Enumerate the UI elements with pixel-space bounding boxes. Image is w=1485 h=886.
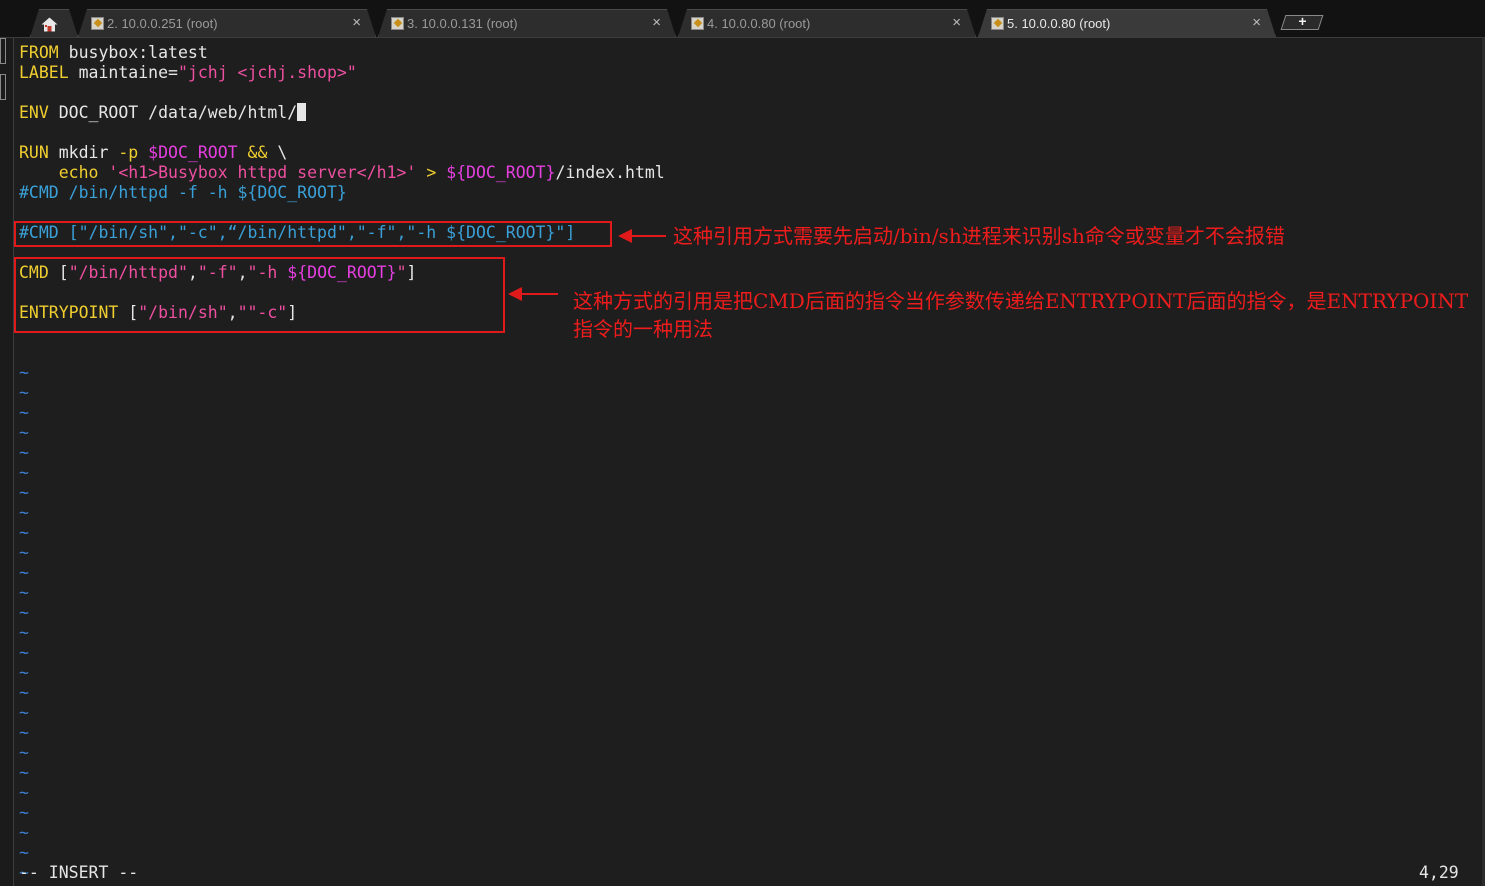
terminal-session-icon <box>691 17 704 30</box>
tilde-marker: ~ <box>19 683 29 702</box>
code-line-7: echo '<h1>Busybox httpd server</h1>' > $… <box>58 163 665 182</box>
text-cursor <box>297 103 307 121</box>
tilde-marker: ~ <box>19 603 29 622</box>
divider <box>0 37 1485 38</box>
annotation-note-1: 这种引用方式需要先启动/bin/sh进程来识别sh命令或变量才不会报错 <box>673 224 1285 248</box>
tab-session-3[interactable]: 3. 10.0.0.131 (root) × <box>378 9 676 37</box>
tilde-marker: ~ <box>19 703 29 722</box>
home-icon <box>41 17 58 32</box>
terminal-session-icon <box>991 17 1004 30</box>
code-line-6: RUN mkdir -p $DOC_ROOT && \ <box>19 143 288 162</box>
code-line-4: ENV DOC_ROOT /data/web/html/ <box>19 103 665 123</box>
cursor-position: 4,29 <box>1419 863 1459 882</box>
tab-label: 2. 10.0.0.251 (root) <box>107 16 218 31</box>
tab-bar: 2. 10.0.0.251 (root) × 3. 10.0.0.131 (ro… <box>0 0 1485 38</box>
left-gutter <box>0 38 14 886</box>
close-icon[interactable]: × <box>952 14 961 31</box>
highlight-box-shell-cmd <box>14 221 612 247</box>
tab-session-2[interactable]: 2. 10.0.0.251 (root) × <box>78 9 376 37</box>
tab-label: 4. 10.0.0.80 (root) <box>707 16 811 31</box>
new-tab-button[interactable]: + <box>1280 13 1324 30</box>
tilde-marker: ~ <box>19 543 29 562</box>
tilde-marker: ~ <box>19 523 29 542</box>
tilde-marker: ~ <box>19 563 29 582</box>
tab-session-5[interactable]: 5. 10.0.0.80 (root) × <box>978 9 1276 37</box>
code-line-8: #CMD /bin/httpd -f -h ${DOC_ROOT} <box>19 183 347 202</box>
close-icon[interactable]: × <box>352 14 361 31</box>
tilde-marker: ~ <box>19 823 29 842</box>
tilde-marker: ~ <box>19 463 29 482</box>
panel-toggle[interactable] <box>0 74 6 100</box>
terminal-session-icon <box>391 17 404 30</box>
tab-label: 3. 10.0.0.131 (root) <box>407 16 518 31</box>
home-tab[interactable] <box>30 9 78 37</box>
tilde-marker: ~ <box>19 483 29 502</box>
annotation-note-2-line-1: 这种方式的引用是把CMD后面的指令当作参数传递给ENTRYPOINT后面的指令，… <box>573 289 1469 313</box>
highlight-box-entrypoint <box>14 257 505 333</box>
tilde-marker: ~ <box>19 403 29 422</box>
annotation-note-2-line-2: 指令的一种用法 <box>573 317 713 341</box>
tilde-marker: ~ <box>19 843 29 862</box>
code-line-1: FROM busybox:latest <box>19 43 208 62</box>
arrow-left-icon <box>618 229 666 243</box>
tilde-marker: ~ <box>19 763 29 782</box>
vim-editor[interactable]: FROM busybox:latest LABEL maintaine="jch… <box>19 43 665 883</box>
terminal-session-icon <box>91 17 104 30</box>
tilde-marker: ~ <box>19 743 29 762</box>
arrow-left-icon <box>508 287 558 301</box>
tab-label: 5. 10.0.0.80 (root) <box>1007 16 1111 31</box>
tab-session-4[interactable]: 4. 10.0.0.80 (root) × <box>678 9 976 37</box>
tilde-marker: ~ <box>19 623 29 642</box>
tilde-marker: ~ <box>19 423 29 442</box>
code-line-2: LABEL maintaine="jchj <jchj.shop>" <box>19 63 357 82</box>
tilde-marker: ~ <box>19 643 29 662</box>
plus-icon: + <box>1298 13 1307 29</box>
close-icon[interactable]: × <box>1252 14 1261 31</box>
vim-mode-indicator: -- INSERT -- <box>19 863 139 882</box>
close-icon[interactable]: × <box>652 14 661 31</box>
tilde-marker: ~ <box>19 383 29 402</box>
tilde-marker: ~ <box>19 803 29 822</box>
tilde-marker: ~ <box>19 723 29 742</box>
tilde-marker: ~ <box>19 783 29 802</box>
tilde-marker: ~ <box>19 443 29 462</box>
empty-line-markers: ~ ~ ~ ~ ~ ~ ~ ~ ~ ~ ~ ~ ~ ~ ~ ~ ~ ~ ~ ~ ~ ~ ~ ~ ~ ~ <box>19 363 665 883</box>
tilde-marker: ~ <box>19 583 29 602</box>
tilde-marker: ~ <box>19 663 29 682</box>
tilde-marker: ~ <box>19 363 29 382</box>
panel-toggle[interactable] <box>0 38 6 64</box>
tilde-marker: ~ <box>19 503 29 522</box>
